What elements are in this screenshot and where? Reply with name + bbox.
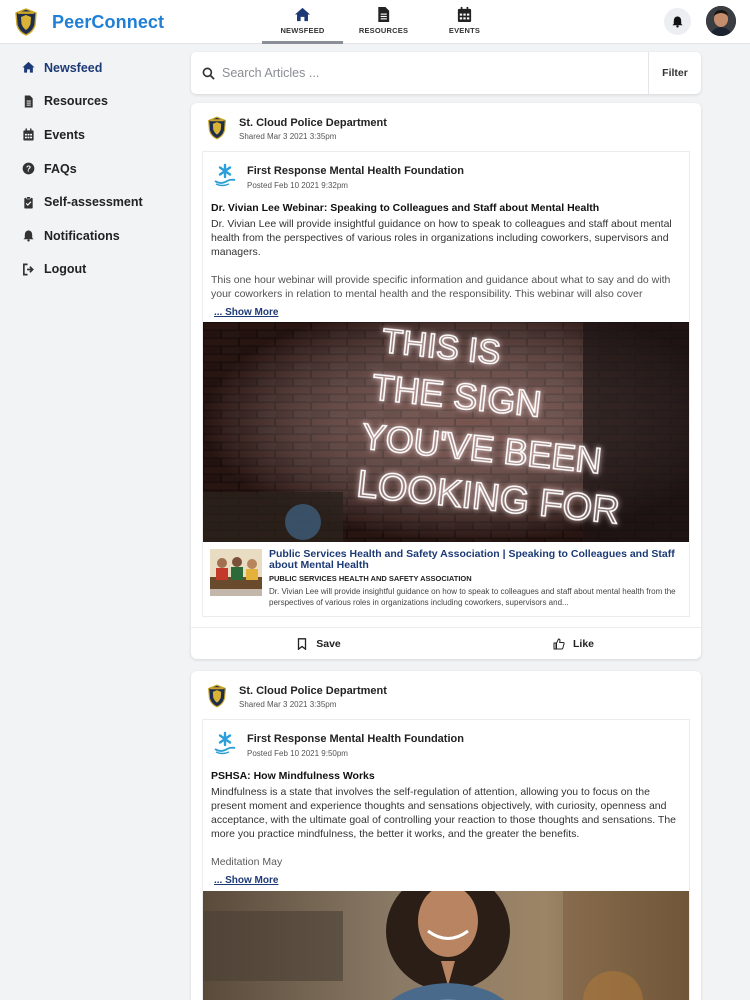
article-title: Dr. Vivian Lee Webinar: Speaking to Coll… [211, 202, 600, 214]
police-badge-icon [15, 8, 37, 36]
clipboard-icon [24, 196, 33, 209]
sidebar-item-events[interactable]: Events [0, 118, 178, 152]
link-preview[interactable]: Public Services Health and Safety Associ… [203, 542, 689, 614]
save-label: Save [316, 637, 341, 650]
post-author[interactable]: St. Cloud Police Department [239, 685, 387, 697]
sidebar-item-logout[interactable]: Logout [0, 253, 178, 287]
article-header: First Response Mental Health Foundation … [203, 152, 689, 196]
post-author[interactable]: St. Cloud Police Department [239, 117, 387, 129]
question-circle-icon: ? [22, 162, 35, 175]
sidebar-item-self-assessment[interactable]: Self-assessment [0, 185, 178, 219]
calendar-icon [457, 6, 472, 23]
like-button[interactable]: Like [446, 628, 701, 659]
link-preview-thumbnail [210, 549, 262, 596]
top-header: PeerConnect NEWSFEED RESOURCES EVENTS [0, 0, 750, 44]
link-preview-source: PUBLIC SERVICES HEALTH AND SAFETY ASSOCI… [269, 574, 472, 583]
sidebar-item-notifications[interactable]: Notifications [0, 219, 178, 253]
article-body: Mindfulness is a state that involves the… [203, 785, 689, 869]
save-button[interactable]: Save [191, 628, 446, 659]
nav-events[interactable]: EVENTS [424, 0, 505, 44]
post-card: St. Cloud Police Department Shared Mar 3… [191, 671, 701, 1000]
bell-icon [672, 16, 683, 28]
article-hero-image[interactable] [203, 891, 689, 1000]
brand-name: PeerConnect [52, 11, 165, 32]
sidebar-item-label: FAQs [44, 161, 77, 176]
sidebar-item-faqs[interactable]: ? FAQs [0, 152, 178, 186]
search-icon [202, 67, 215, 80]
police-badge-icon [208, 116, 226, 140]
avatar-photo [706, 6, 736, 36]
article-body: Dr. Vivian Lee will provide insightful g… [203, 217, 689, 301]
nav-newsfeed[interactable]: NEWSFEED [262, 0, 343, 44]
notifications-button[interactable] [664, 8, 691, 35]
show-more-link[interactable]: ... Show More [214, 875, 278, 886]
like-label: Like [572, 637, 594, 650]
sidebar: Newsfeed Resources Events ? FAQs Self-as… [0, 45, 178, 286]
shared-article: First Response Mental Health Foundation … [202, 151, 690, 617]
nav-newsfeed-label: NEWSFEED [280, 26, 325, 35]
post-card: St. Cloud Police Department Shared Mar 3… [191, 103, 701, 659]
user-avatar[interactable] [706, 6, 736, 36]
top-nav: NEWSFEED RESOURCES EVENTS [262, 0, 505, 44]
home-icon [22, 62, 35, 73]
sidebar-item-label: Notifications [44, 228, 120, 243]
bookmark-icon [298, 637, 307, 650]
nav-resources-label: RESOURCES [358, 26, 409, 35]
sidebar-item-label: Self-assessment [44, 195, 143, 210]
calendar-icon [23, 128, 34, 142]
show-more-link[interactable]: ... Show More [214, 307, 278, 318]
nav-events-label: EVENTS [448, 26, 481, 35]
filter-button[interactable]: Filter [648, 52, 701, 94]
bell-icon [23, 230, 34, 242]
document-icon [24, 95, 33, 108]
link-preview-title[interactable]: Public Services Health and Safety Associ… [269, 549, 679, 571]
sidebar-item-label: Newsfeed [44, 60, 103, 75]
post-shared-date: Shared Mar 3 2021 3:35pm [239, 132, 337, 141]
nav-resources[interactable]: RESOURCES [343, 0, 424, 44]
sidebar-item-label: Resources [44, 94, 108, 109]
link-thumbnail-photo [210, 549, 262, 596]
sidebar-item-newsfeed[interactable]: Newsfeed [0, 51, 178, 85]
post-header: St. Cloud Police Department Shared Mar 3… [191, 671, 701, 717]
article-header: First Response Mental Health Foundation … [203, 720, 689, 764]
thumbs-up-icon [553, 637, 565, 649]
search-bar: Filter [191, 52, 701, 94]
article-posted-date: Posted Feb 10 2021 9:50pm [247, 749, 348, 758]
article-posted-date: Posted Feb 10 2021 9:32pm [247, 181, 348, 190]
article-paragraph: Dr. Vivian Lee will provide insightful g… [211, 218, 672, 258]
police-badge-icon [208, 684, 226, 708]
sidebar-item-resources[interactable]: Resources [0, 85, 178, 119]
article-hero-image[interactable]: THIS IS THE SIGN YOU'VE BEEN LOOKING FOR [203, 322, 689, 542]
article-paragraph: Meditation May [211, 856, 283, 868]
logout-icon [23, 263, 34, 276]
post-actions: Save Like [191, 627, 701, 659]
document-icon [378, 6, 390, 23]
search-input[interactable] [222, 66, 642, 80]
svg-text:?: ? [26, 164, 31, 174]
article-paragraph: Mindfulness is a state that involves the… [211, 786, 677, 840]
brand-logo[interactable]: PeerConnect [14, 8, 164, 36]
foundation-logo-icon [214, 163, 236, 187]
meditation-photo [203, 891, 689, 1000]
article-org[interactable]: First Response Mental Health Foundation [247, 165, 464, 177]
post-header: St. Cloud Police Department Shared Mar 3… [191, 103, 701, 149]
article-paragraph: This one hour webinar will provide speci… [211, 274, 671, 300]
home-icon [294, 7, 311, 22]
post-shared-date: Shared Mar 3 2021 3:35pm [239, 700, 337, 709]
neon-sign-photo: THIS IS THE SIGN YOU'VE BEEN LOOKING FOR [203, 322, 689, 542]
shared-article: First Response Mental Health Foundation … [202, 719, 690, 1000]
foundation-logo-icon [214, 731, 236, 755]
sidebar-item-label: Logout [44, 262, 87, 277]
sidebar-item-label: Events [44, 127, 85, 142]
article-org[interactable]: First Response Mental Health Foundation [247, 733, 464, 745]
article-title: PSHSA: How Mindfulness Works [211, 770, 375, 782]
link-preview-description: Dr. Vivian Lee will provide insightful g… [269, 587, 676, 607]
